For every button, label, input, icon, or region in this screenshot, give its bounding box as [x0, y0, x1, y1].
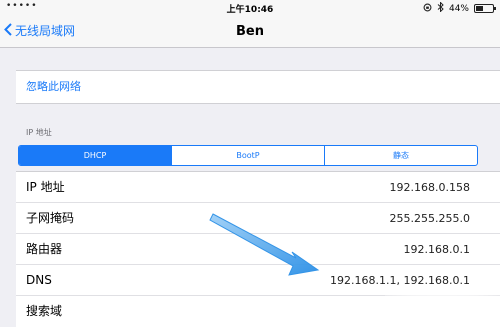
- blurred-region: [385, 290, 500, 320]
- navigation-bar: 无线局域网 Ben: [0, 16, 500, 48]
- forget-network-group: 忽略此网络: [16, 70, 500, 104]
- bluetooth-icon: [437, 1, 444, 15]
- segment-dhcp[interactable]: DHCP: [19, 146, 171, 165]
- search-domain-label: 搜索域: [26, 304, 63, 318]
- status-bar: ••••• 上午10:46 44%: [0, 0, 500, 16]
- battery-fill: [476, 6, 483, 11]
- segment-static[interactable]: 静态: [324, 146, 477, 165]
- lock-rotation-icon: [423, 3, 432, 15]
- subnet-mask-label: 子网掩码: [26, 211, 75, 225]
- dns-label: DNS: [26, 273, 52, 287]
- back-button[interactable]: 无线局域网: [4, 22, 75, 39]
- back-button-label: 无线局域网: [15, 24, 76, 38]
- ip-section-header: IP 地址: [26, 128, 52, 137]
- ip-mode-segmented-control: DHCP BootP 静态: [18, 145, 478, 166]
- ip-address-row: IP 地址 192.168.0.158: [16, 172, 500, 203]
- battery-percent: 44%: [448, 3, 469, 14]
- subnet-mask-value: 255.255.255.0: [389, 212, 470, 225]
- status-right-icons: 44%: [423, 1, 496, 15]
- ip-address-value: 192.168.0.158: [389, 181, 470, 194]
- ip-address-label: IP 地址: [26, 180, 65, 194]
- router-label: 路由器: [26, 242, 63, 256]
- router-row: 路由器 192.168.0.1: [16, 234, 500, 265]
- forget-network-button[interactable]: 忽略此网络: [16, 71, 500, 103]
- segment-bootp[interactable]: BootP: [171, 146, 324, 165]
- chevron-left-icon: [4, 22, 15, 39]
- router-value: 192.168.0.1: [403, 243, 470, 256]
- subnet-mask-row: 子网掩码 255.255.255.0: [16, 203, 500, 234]
- battery-icon: [474, 4, 496, 13]
